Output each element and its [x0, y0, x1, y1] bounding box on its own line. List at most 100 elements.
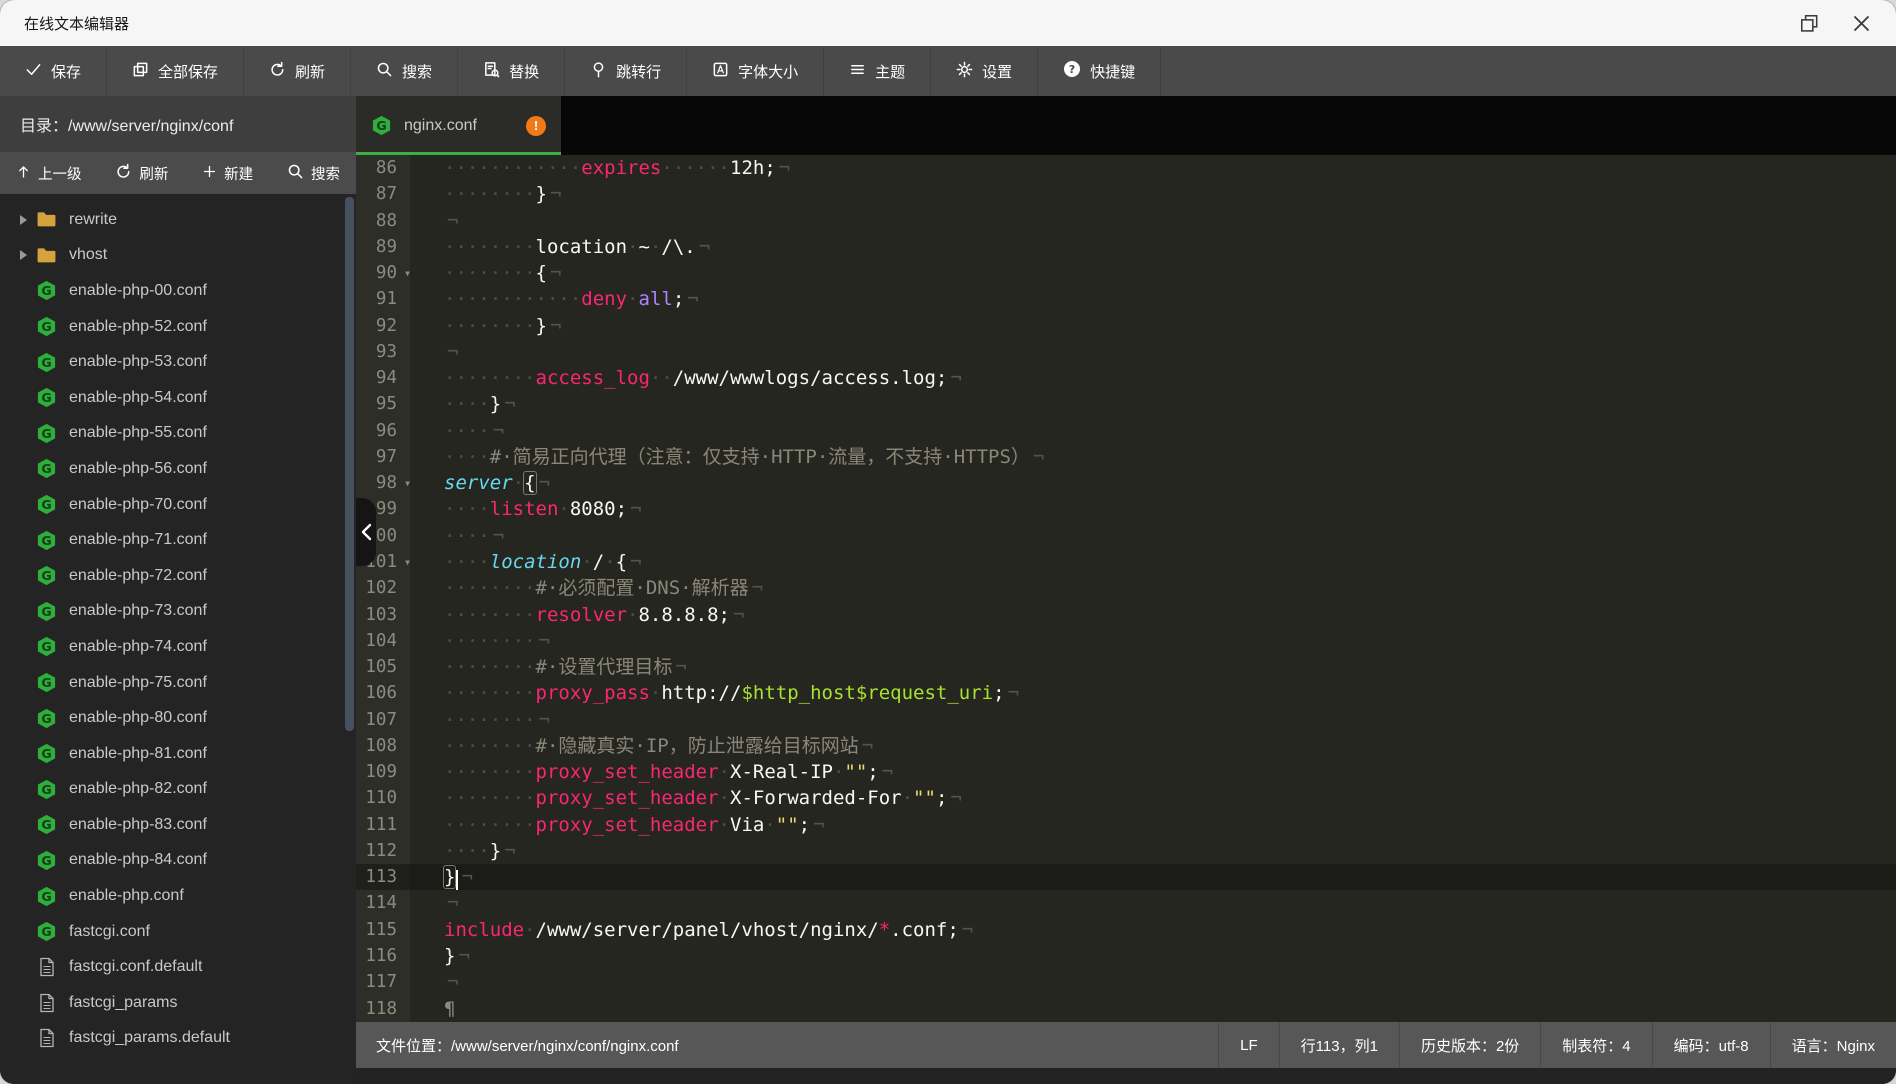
file-item-enable-php-82.conf[interactable]: Genable-php-82.conf	[0, 772, 356, 808]
code-line-98[interactable]: 98▼server·{¬	[356, 470, 1896, 496]
code-line-88[interactable]: 88¬	[356, 208, 1896, 234]
code-text: server·{¬	[410, 470, 550, 496]
file-name: enable-php-73.conf	[69, 602, 207, 620]
code-line-97[interactable]: 97····#·简易正向代理（注意：仅支持·HTTP·流量，不支持·HTTPS）…	[356, 444, 1896, 470]
sidebar-scrollbar[interactable]	[345, 197, 354, 731]
file-item-enable-php-74.conf[interactable]: Genable-php-74.conf	[0, 629, 356, 665]
toolbar-button-copy[interactable]: 全部保存	[107, 46, 244, 96]
code-line-87[interactable]: 87········}¬	[356, 181, 1896, 207]
sidebar-action-search[interactable]: 搜索	[287, 163, 340, 184]
restore-window-button[interactable]	[1798, 12, 1820, 34]
toolbar-button-check[interactable]: 保存	[0, 46, 107, 96]
code-line-118[interactable]: 118¶	[356, 996, 1896, 1022]
code-line-101[interactable]: 101▼····location·/·{¬	[356, 549, 1896, 575]
tab-nginx-conf[interactable]: G nginx.conf !	[356, 96, 561, 155]
code-line-89[interactable]: 89········location·~·/\.¬	[356, 234, 1896, 260]
code-line-86[interactable]: 86············expires······12h;¬	[356, 155, 1896, 181]
file-item-enable-php-72.conf[interactable]: Genable-php-72.conf	[0, 558, 356, 594]
fold-arrow-icon[interactable]: ▼	[405, 261, 410, 287]
toolbar-button-label: 全部保存	[158, 61, 218, 82]
close-window-button[interactable]	[1850, 12, 1872, 34]
line-number: 102	[356, 575, 410, 601]
toolbar-button-gear[interactable]: 设置	[931, 46, 1038, 96]
file-name: enable-php-81.conf	[69, 745, 207, 763]
caret-right-icon[interactable]	[20, 215, 36, 225]
toolbar-button-pin[interactable]: 跳转行	[565, 46, 687, 96]
code-line-111[interactable]: 111········proxy_set_header·Via·"";¬	[356, 812, 1896, 838]
caret-right-icon[interactable]	[20, 250, 36, 260]
code-line-92[interactable]: 92········}¬	[356, 313, 1896, 339]
code-line-103[interactable]: 103········resolver·8.8.8.8;¬	[356, 602, 1896, 628]
toolbar-button-theme[interactable]: 主题	[824, 46, 931, 96]
code-line-117[interactable]: 117¬	[356, 969, 1896, 995]
folder-item-rewrite[interactable]: rewrite	[0, 202, 356, 238]
code-line-116[interactable]: 116}¬	[356, 943, 1896, 969]
file-item-enable-php.conf[interactable]: Genable-php.conf	[0, 878, 356, 914]
code-line-114[interactable]: 114¬	[356, 890, 1896, 916]
file-item-fastcgi.conf[interactable]: Gfastcgi.conf	[0, 914, 356, 950]
toolbar-button-replace[interactable]: 替换	[458, 46, 565, 96]
file-item-enable-php-75.conf[interactable]: Genable-php-75.conf	[0, 665, 356, 701]
file-item-fastcgi_params[interactable]: fastcgi_params	[0, 985, 356, 1021]
fold-arrow-icon[interactable]: ▼	[405, 550, 410, 576]
code-line-96[interactable]: 96····¬	[356, 418, 1896, 444]
file-item-enable-php-73.conf[interactable]: Genable-php-73.conf	[0, 594, 356, 630]
toolbar-button-help[interactable]: ?快捷键	[1038, 46, 1161, 96]
file-item-enable-php-84.conf[interactable]: Genable-php-84.conf	[0, 843, 356, 879]
code-line-105[interactable]: 105········#·设置代理目标¬	[356, 654, 1896, 680]
code-line-100[interactable]: 100····¬	[356, 523, 1896, 549]
file-item-enable-php-56.conf[interactable]: Genable-php-56.conf	[0, 451, 356, 487]
code-line-106[interactable]: 106········proxy_pass·http://$http_host$…	[356, 680, 1896, 706]
pin-icon	[590, 61, 607, 82]
file-item-enable-php-52.conf[interactable]: Genable-php-52.conf	[0, 309, 356, 345]
file-item-enable-php-83.conf[interactable]: Genable-php-83.conf	[0, 807, 356, 843]
sidebar-action-up[interactable]: 上一级	[16, 163, 82, 184]
code-line-95[interactable]: 95····}¬	[356, 391, 1896, 417]
code-line-110[interactable]: 110········proxy_set_header·X-Forwarded-…	[356, 785, 1896, 811]
folder-item-vhost[interactable]: vhost	[0, 238, 356, 274]
file-item-fastcgi.conf.default[interactable]: fastcgi.conf.default	[0, 949, 356, 985]
collapse-sidebar-handle[interactable]	[356, 498, 376, 566]
code-line-112[interactable]: 112····}¬	[356, 838, 1896, 864]
file-item-enable-php-55.conf[interactable]: Genable-php-55.conf	[0, 416, 356, 452]
file-item-enable-php-54.conf[interactable]: Genable-php-54.conf	[0, 380, 356, 416]
code-line-99[interactable]: 99····listen·8080;¬	[356, 496, 1896, 522]
code-line-107[interactable]: 107········¬	[356, 707, 1896, 733]
tab-bar: G nginx.conf !	[356, 96, 1896, 155]
line-number: 89	[356, 234, 410, 260]
code-line-109[interactable]: 109········proxy_set_header·X-Real-IP·""…	[356, 759, 1896, 785]
file-item-fastcgi_params.default[interactable]: fastcgi_params.default	[0, 1021, 356, 1057]
fold-arrow-icon[interactable]: ▼	[405, 471, 410, 497]
toolbar-button-refresh[interactable]: 刷新	[244, 46, 351, 96]
code-line-93[interactable]: 93¬	[356, 339, 1896, 365]
nginx-file-icon: G	[36, 352, 57, 373]
toolbar-button-label: 设置	[982, 61, 1012, 82]
code-line-94[interactable]: 94········access_log··/www/wwwlogs/acces…	[356, 365, 1896, 391]
sidebar-action-plus[interactable]: 新建	[202, 163, 253, 184]
line-number: 111	[356, 812, 410, 838]
file-item-enable-php-00.conf[interactable]: Genable-php-00.conf	[0, 273, 356, 309]
code-line-115[interactable]: 115include·/www/server/panel/vhost/nginx…	[356, 917, 1896, 943]
file-location: 文件位置：/www/server/nginx/conf/nginx.conf	[356, 1022, 679, 1068]
file-item-enable-php-53.conf[interactable]: Genable-php-53.conf	[0, 344, 356, 380]
code-line-91[interactable]: 91············deny·all;¬	[356, 286, 1896, 312]
file-item-enable-php-81.conf[interactable]: Genable-php-81.conf	[0, 736, 356, 772]
file-item-enable-php-70.conf[interactable]: Genable-php-70.conf	[0, 487, 356, 523]
file-item-enable-php-71.conf[interactable]: Genable-php-71.conf	[0, 522, 356, 558]
code-line-108[interactable]: 108········#·隐藏真实·IP，防止泄露给目标网站¬	[356, 733, 1896, 759]
nginx-file-icon: G	[36, 779, 57, 800]
toolbar-button-search[interactable]: 搜索	[351, 46, 458, 96]
toolbar-button-fontsize[interactable]: 字体大小	[687, 46, 824, 96]
code-line-90[interactable]: 90▼········{¬	[356, 260, 1896, 286]
code-text: ····listen·8080;¬	[410, 496, 642, 522]
file-item-enable-php-80.conf[interactable]: Genable-php-80.conf	[0, 700, 356, 736]
code-line-104[interactable]: 104········¬	[356, 628, 1896, 654]
check-icon	[25, 61, 42, 82]
code-editor[interactable]: 86············expires······12h;¬87······…	[356, 155, 1896, 1022]
code-line-113[interactable]: 113}¬	[356, 864, 1896, 890]
code-line-102[interactable]: 102········#·必须配置·DNS·解析器¬	[356, 575, 1896, 601]
sidebar-action-refresh[interactable]: 刷新	[115, 163, 168, 184]
line-number: 105	[356, 654, 410, 680]
svg-text:?: ?	[1069, 63, 1075, 76]
file-sidebar: 目录：/www/server/nginx/conf 上一级刷新新建搜索 rewr…	[0, 96, 356, 1084]
